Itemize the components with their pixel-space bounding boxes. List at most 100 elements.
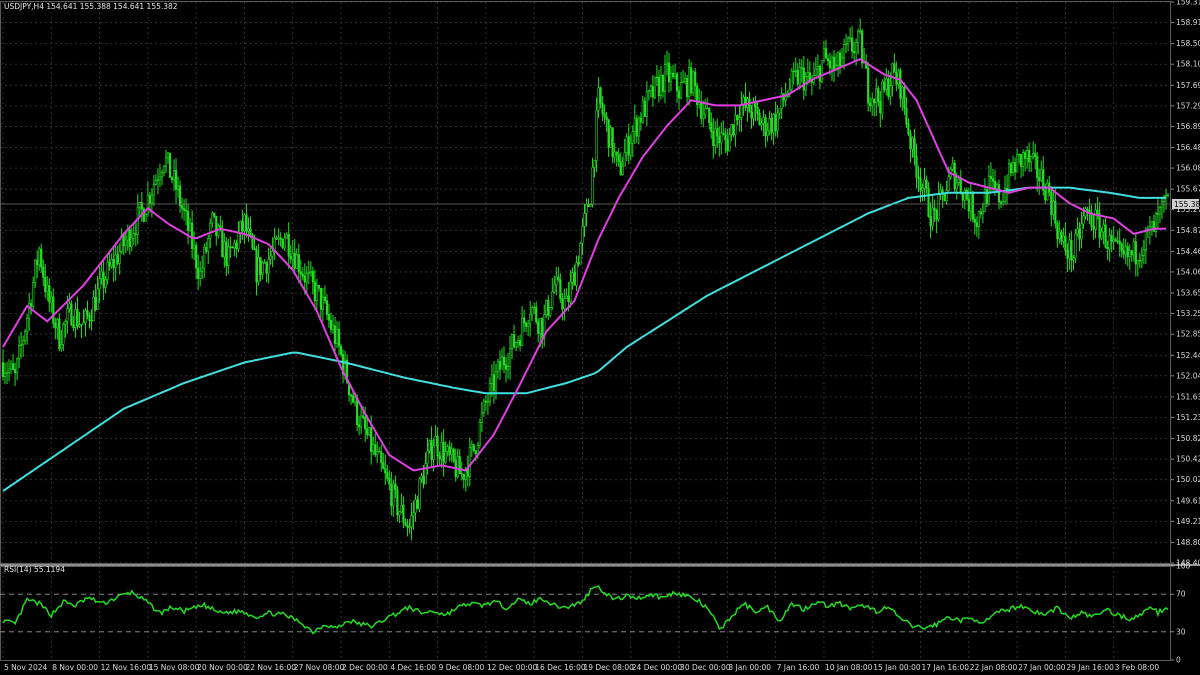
candle-body	[619, 161, 622, 175]
candle-body	[555, 276, 558, 286]
candle-body	[883, 81, 886, 90]
candle-body	[58, 318, 61, 349]
candle-body	[931, 207, 934, 227]
candle-body	[406, 525, 409, 528]
candle-body	[128, 229, 131, 248]
candle-body	[66, 308, 69, 322]
candle-body	[579, 243, 582, 265]
candle-body	[152, 184, 156, 196]
candle-body	[971, 193, 974, 220]
candle-body	[325, 300, 329, 315]
candle-body	[867, 67, 870, 104]
candle-body	[955, 181, 958, 190]
candle-body	[1007, 163, 1011, 193]
candle-body	[732, 124, 735, 135]
candle-body	[132, 233, 135, 239]
candle-body	[1046, 182, 1049, 201]
candle-body	[476, 444, 479, 455]
y-tick-label: 156.480	[1176, 143, 1200, 152]
candle-body	[957, 178, 960, 183]
candle-body	[814, 68, 817, 76]
candle-body	[303, 275, 306, 283]
candle-body	[490, 374, 494, 384]
candle-body	[15, 358, 19, 373]
candle-body	[42, 266, 45, 278]
candle-body	[794, 69, 797, 72]
candle-body	[40, 248, 43, 268]
candle-body	[690, 67, 693, 94]
candle-body	[828, 60, 832, 69]
candle-body	[144, 213, 147, 222]
y-tick-label: 158.100	[1176, 60, 1200, 69]
candle-body	[172, 170, 176, 181]
x-tick-label: 17 Jan 16:00	[922, 663, 970, 672]
candle-body	[611, 127, 614, 158]
candle-body	[533, 306, 536, 309]
y-tick-label: 156.080	[1176, 164, 1200, 173]
candle-body	[790, 70, 793, 90]
candle-body	[929, 216, 932, 227]
y-tick-label: 153.650	[1176, 289, 1200, 298]
candle-body	[933, 207, 936, 211]
candle-body	[289, 255, 292, 260]
candle-body	[605, 116, 608, 120]
candle-body	[1160, 201, 1164, 208]
candle-body	[299, 271, 302, 275]
candle-body	[52, 296, 55, 324]
candle-body	[436, 435, 439, 456]
candle-body	[287, 233, 290, 257]
candle-body	[597, 87, 600, 111]
x-tick-label: 15 Jan 00:00	[873, 663, 921, 672]
candle-body	[855, 42, 858, 54]
candle-body	[1050, 191, 1053, 215]
x-tick-label: 24 Dec 00:00	[632, 663, 683, 672]
candle-body	[191, 222, 194, 249]
candle-body	[257, 257, 260, 283]
candle-body	[62, 324, 65, 345]
x-tick-label: 15 Nov 08:00	[149, 663, 200, 672]
candle-body	[239, 220, 242, 234]
candle-body	[877, 88, 880, 102]
candle-body	[913, 137, 916, 158]
candle-body	[235, 242, 238, 249]
candle-body	[758, 113, 761, 126]
candle-body	[947, 176, 950, 192]
candle-body	[1164, 195, 1168, 197]
candle-body	[70, 303, 73, 326]
candle-body	[997, 184, 1001, 203]
candle-body	[991, 178, 995, 182]
candle-body	[573, 272, 576, 286]
candle-body	[1011, 162, 1015, 174]
candle-body	[840, 57, 844, 67]
candle-body	[1020, 154, 1023, 167]
candle-body	[233, 242, 236, 249]
candle-body	[380, 451, 383, 464]
candle-body	[108, 261, 111, 267]
candle-body	[891, 63, 894, 86]
x-tick-label: 22 Nov 16:00	[245, 663, 296, 672]
candle-body	[452, 448, 455, 462]
candle-body	[229, 246, 232, 248]
candle-body	[205, 247, 208, 252]
candle-body	[686, 77, 689, 97]
candle-body	[808, 72, 811, 81]
candle-body	[428, 440, 431, 452]
candle-body	[313, 281, 316, 301]
candle-body	[529, 314, 532, 325]
candle-body	[285, 233, 288, 239]
candle-body	[460, 473, 463, 475]
candle-body	[1110, 234, 1113, 242]
rsi-title: RSI(14) 55.1194	[4, 565, 65, 574]
candle-body	[372, 444, 375, 453]
x-tick-label: 27 Jan 00:00	[1018, 663, 1066, 672]
candle-body	[553, 284, 556, 293]
candle-body	[987, 175, 991, 205]
y-tick-label: 150.420	[1176, 455, 1200, 464]
candle-body	[961, 192, 964, 201]
candle-body	[3, 372, 7, 377]
y-tick-label: 149.610	[1176, 496, 1200, 505]
candle-body	[333, 325, 337, 344]
candle-body	[1106, 247, 1109, 250]
candle-body	[150, 194, 153, 204]
candle-body	[806, 72, 809, 77]
